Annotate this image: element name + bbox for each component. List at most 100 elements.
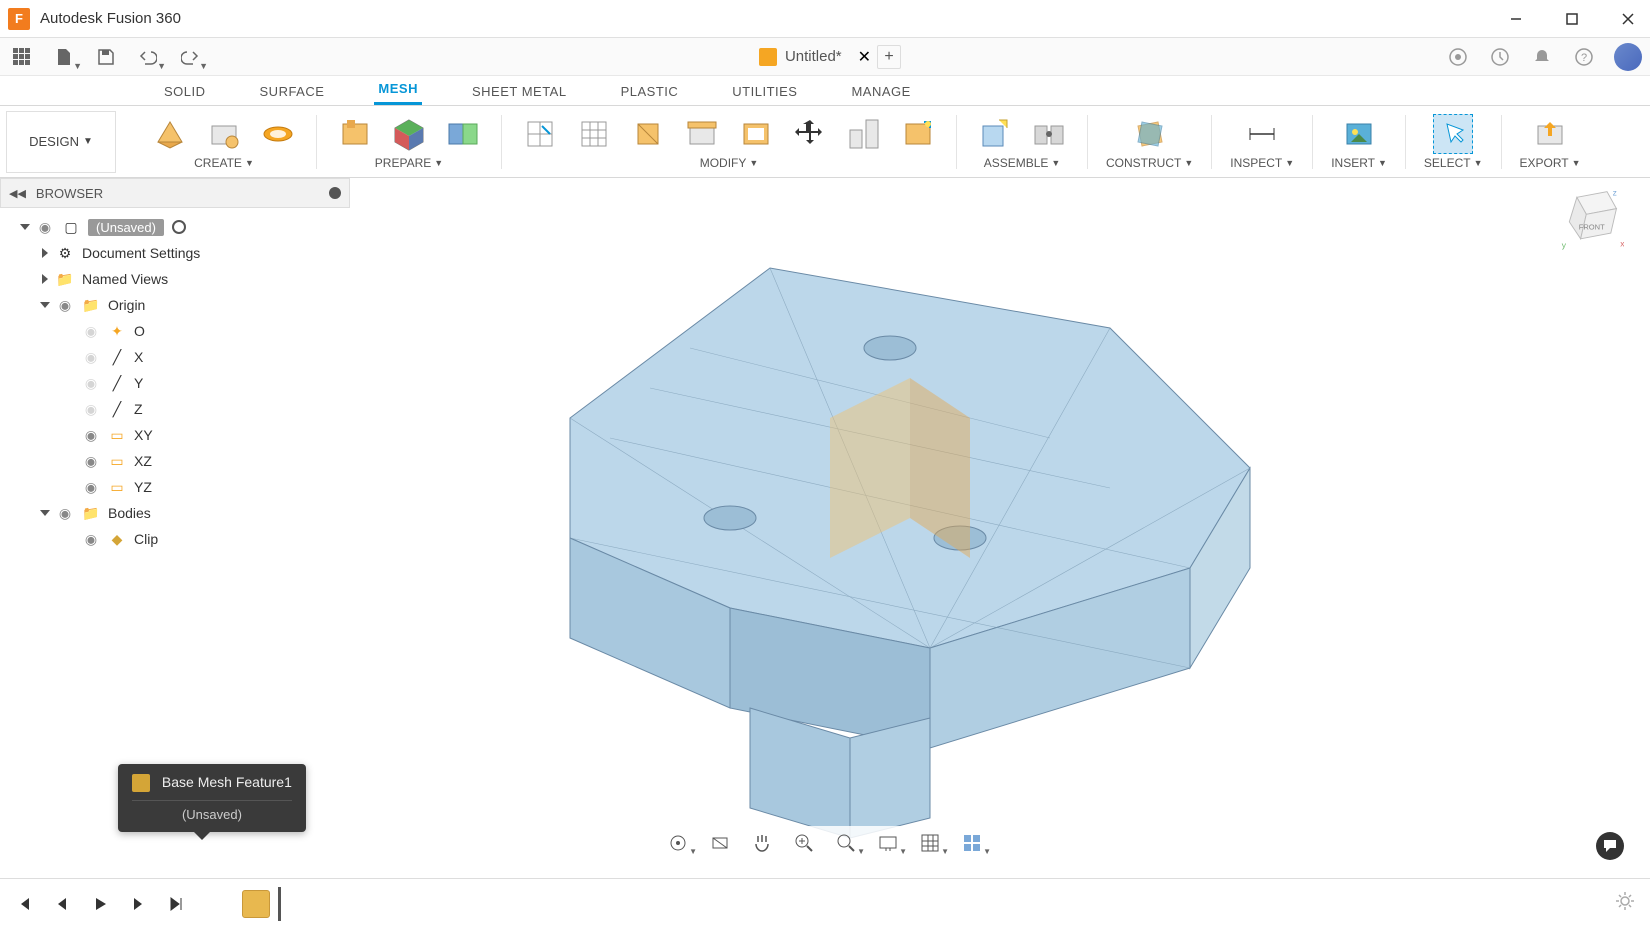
tree-origin-xz[interactable]: ◉▭XZ bbox=[4, 448, 346, 474]
insert-mesh-icon[interactable] bbox=[204, 114, 244, 154]
browser-title: BROWSER bbox=[36, 186, 103, 201]
redo-icon[interactable]: ▼ bbox=[176, 43, 204, 71]
zoom-window-icon[interactable]: ▼ bbox=[833, 830, 859, 856]
ribbon-group-assemble: ASSEMBLE▼ bbox=[969, 114, 1075, 170]
job-status-icon[interactable] bbox=[1488, 45, 1512, 69]
scale-mesh-icon[interactable] bbox=[844, 114, 884, 154]
new-tab-button[interactable]: + bbox=[877, 45, 901, 69]
tree-document-settings[interactable]: ⚙ Document Settings bbox=[4, 240, 346, 266]
tab-manage[interactable]: MANAGE bbox=[847, 78, 914, 105]
pan-icon[interactable] bbox=[749, 830, 775, 856]
tree-origin-yz[interactable]: ◉▭YZ bbox=[4, 474, 346, 500]
data-panel-icon[interactable] bbox=[8, 43, 36, 71]
workspace-picker[interactable]: DESIGN▼ bbox=[6, 111, 116, 173]
zoom-icon[interactable] bbox=[791, 830, 817, 856]
look-at-icon[interactable] bbox=[707, 830, 733, 856]
quick-access-toolbar: ▼ ▼ ▼ Untitled* ✕ + ? bbox=[0, 38, 1650, 76]
timeline-feature-mesh[interactable] bbox=[242, 890, 270, 918]
tab-mesh[interactable]: MESH bbox=[374, 75, 422, 105]
ribbon-group-select: SELECT▼ bbox=[1418, 114, 1489, 170]
tree-root[interactable]: ◉ ▢ (Unsaved) bbox=[4, 214, 346, 240]
extensions-icon[interactable] bbox=[1446, 45, 1470, 69]
file-menu-icon[interactable]: ▼ bbox=[50, 43, 78, 71]
tab-sheet-metal[interactable]: SHEET METAL bbox=[468, 78, 571, 105]
gear-icon: ⚙ bbox=[56, 244, 74, 262]
folder-icon: 📁 bbox=[82, 504, 100, 522]
construct-plane-icon[interactable] bbox=[1130, 114, 1170, 154]
tree-origin-z[interactable]: ◉╱Z bbox=[4, 396, 346, 422]
viewcube[interactable]: FRONT z x y bbox=[1558, 186, 1624, 252]
tab-utilities[interactable]: UTILITIES bbox=[728, 78, 801, 105]
tree-bodies[interactable]: ◉ 📁 Bodies bbox=[4, 500, 346, 526]
timeline-last-icon[interactable] bbox=[166, 894, 186, 914]
move-icon[interactable] bbox=[790, 114, 830, 154]
visibility-icon[interactable]: ◉ bbox=[56, 504, 74, 522]
timeline-next-icon[interactable] bbox=[128, 894, 148, 914]
reduce-icon[interactable] bbox=[628, 114, 668, 154]
help-icon[interactable]: ? bbox=[1572, 45, 1596, 69]
export-icon[interactable] bbox=[1530, 114, 1570, 154]
direct-edit-icon[interactable] bbox=[520, 114, 560, 154]
ribbon: DESIGN▼ CREATE▼ PREPARE▼ MODIFY▼ bbox=[0, 106, 1650, 178]
combine-face-groups-icon[interactable] bbox=[443, 114, 483, 154]
timeline-settings-icon[interactable] bbox=[1614, 890, 1636, 917]
generate-face-groups-icon[interactable] bbox=[389, 114, 429, 154]
ribbon-group-export: EXPORT▼ bbox=[1514, 114, 1587, 170]
ribbon-group-inspect: INSPECT▼ bbox=[1224, 114, 1300, 170]
create-mesh-section-icon[interactable] bbox=[258, 114, 298, 154]
tessellate-icon[interactable] bbox=[150, 114, 190, 154]
close-button[interactable] bbox=[1614, 5, 1642, 33]
browser-header[interactable]: ◀◀ BROWSER bbox=[0, 178, 350, 208]
ribbon-group-create: CREATE▼ bbox=[144, 114, 304, 170]
undo-icon[interactable]: ▼ bbox=[134, 43, 162, 71]
document-tab[interactable]: Untitled* bbox=[749, 44, 852, 70]
select-icon[interactable] bbox=[1433, 114, 1473, 154]
minimize-button[interactable] bbox=[1502, 5, 1530, 33]
folder-icon: 📁 bbox=[82, 296, 100, 314]
svg-text:z: z bbox=[1613, 187, 1617, 197]
tree-origin-y[interactable]: ◉╱Y bbox=[4, 370, 346, 396]
grid-settings-icon[interactable]: ▼ bbox=[917, 830, 943, 856]
tree-body-clip[interactable]: ◉◆Clip bbox=[4, 526, 346, 552]
orbit-icon[interactable]: ▼ bbox=[665, 830, 691, 856]
tab-solid[interactable]: SOLID bbox=[160, 78, 210, 105]
save-icon[interactable] bbox=[92, 43, 120, 71]
tree-origin-o[interactable]: ◉✦O bbox=[4, 318, 346, 344]
collapse-icon[interactable]: ◀◀ bbox=[9, 187, 26, 200]
folder-icon: 📁 bbox=[56, 270, 74, 288]
activate-radio[interactable] bbox=[172, 220, 186, 234]
tree-origin-xy[interactable]: ◉▭XY bbox=[4, 422, 346, 448]
tab-close-icon[interactable]: ✕ bbox=[858, 47, 871, 67]
plane-cut-icon[interactable] bbox=[682, 114, 722, 154]
timeline-handle[interactable] bbox=[278, 887, 281, 921]
notifications-icon[interactable] bbox=[1530, 45, 1554, 69]
timeline-play-icon[interactable] bbox=[90, 894, 110, 914]
timeline-prev-icon[interactable] bbox=[52, 894, 72, 914]
tab-plastic[interactable]: PLASTIC bbox=[617, 78, 683, 105]
maximize-button[interactable] bbox=[1558, 5, 1586, 33]
tree-origin-x[interactable]: ◉╱X bbox=[4, 344, 346, 370]
tab-surface[interactable]: SURFACE bbox=[256, 78, 329, 105]
user-avatar[interactable] bbox=[1614, 43, 1642, 71]
repair-icon[interactable] bbox=[335, 114, 375, 154]
comments-icon[interactable] bbox=[1596, 832, 1624, 860]
tree-named-views[interactable]: 📁 Named Views bbox=[4, 266, 346, 292]
titlebar: F Autodesk Fusion 360 bbox=[0, 0, 1650, 38]
measure-icon[interactable] bbox=[1242, 114, 1282, 154]
tree-origin[interactable]: ◉ 📁 Origin bbox=[4, 292, 346, 318]
visibility-icon[interactable]: ◉ bbox=[36, 218, 54, 236]
shell-icon[interactable] bbox=[736, 114, 776, 154]
new-component-icon[interactable] bbox=[975, 114, 1015, 154]
joint-icon[interactable] bbox=[1029, 114, 1069, 154]
component-icon: ▢ bbox=[62, 218, 80, 236]
display-settings-icon[interactable]: ▼ bbox=[875, 830, 901, 856]
svg-text:FRONT: FRONT bbox=[1579, 222, 1605, 231]
app-title: Autodesk Fusion 360 bbox=[40, 10, 181, 27]
insert-decal-icon[interactable] bbox=[1339, 114, 1379, 154]
timeline-first-icon[interactable] bbox=[14, 894, 34, 914]
visibility-icon[interactable]: ◉ bbox=[56, 296, 74, 314]
browser-toggle-icon[interactable] bbox=[329, 187, 341, 199]
convert-mesh-icon[interactable] bbox=[898, 114, 938, 154]
remesh-icon[interactable] bbox=[574, 114, 614, 154]
viewport-layout-icon[interactable]: ▼ bbox=[959, 830, 985, 856]
